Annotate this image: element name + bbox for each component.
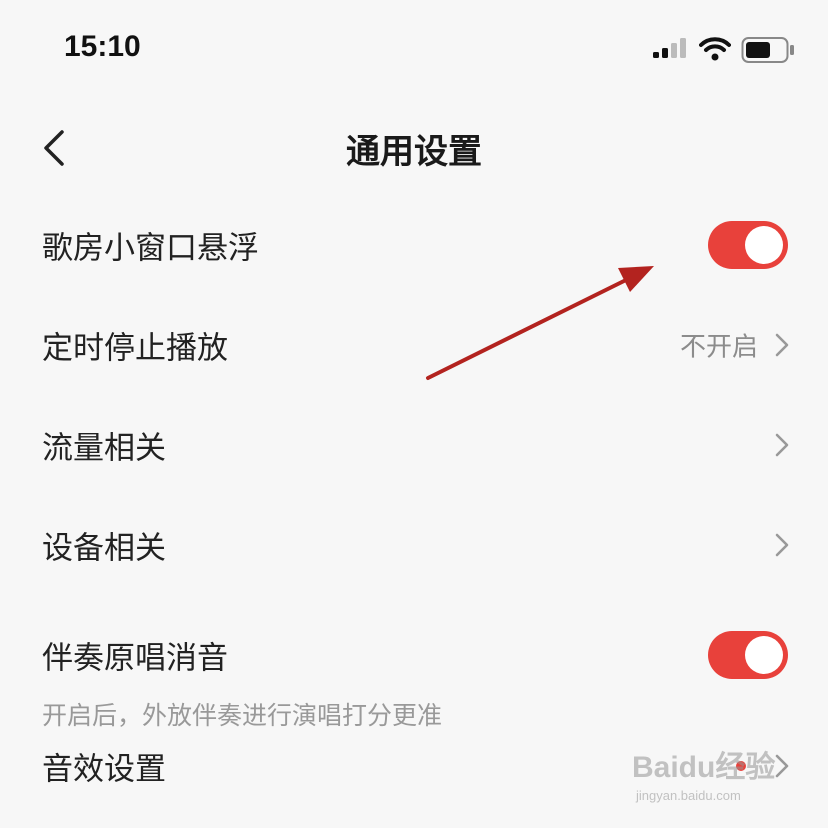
chevron-right-icon (775, 433, 789, 457)
data-usage-label: 流量相关 (42, 430, 166, 467)
nav-bar: 通用设置 (0, 110, 828, 190)
sleep-timer-label: 定时停止播放 (42, 330, 228, 367)
wifi-icon (699, 37, 731, 61)
sleep-timer-value: 不开启 (679, 332, 758, 363)
floating-window-toggle[interactable] (708, 221, 788, 269)
floating-window-label: 歌房小窗口悬浮 (42, 230, 259, 267)
chevron-right-icon (775, 333, 789, 357)
devices-row[interactable]: 设备相关 (0, 495, 828, 595)
toggle-knob (745, 226, 783, 264)
status-time: 15:10 (64, 30, 141, 63)
page-title: 通用设置 (346, 132, 482, 172)
cellular-signal-icon (653, 38, 686, 58)
vocal-removal-toggle[interactable] (708, 631, 788, 679)
sleep-timer-row[interactable]: 定时停止播放 不开启 (0, 295, 828, 395)
chevron-right-icon (775, 533, 789, 557)
watermark-sub: jingyan.baidu.com (636, 788, 741, 803)
toggle-knob (745, 636, 783, 674)
vocal-removal-label: 伴奏原唱消音 (42, 640, 228, 677)
devices-label: 设备相关 (42, 530, 166, 567)
battery-icon (741, 37, 794, 63)
data-usage-row[interactable]: 流量相关 (0, 395, 828, 495)
sound-effects-label: 音效设置 (42, 751, 166, 788)
floating-window-row: 歌房小窗口悬浮 (0, 195, 828, 295)
vocal-removal-row: 伴奏原唱消音 (0, 605, 828, 705)
status-bar: 15:10 (0, 0, 828, 100)
baidu-watermark: Baidu经验 jingyan.baidu.com (632, 738, 812, 808)
watermark-main: Baidu经验 (632, 751, 776, 784)
